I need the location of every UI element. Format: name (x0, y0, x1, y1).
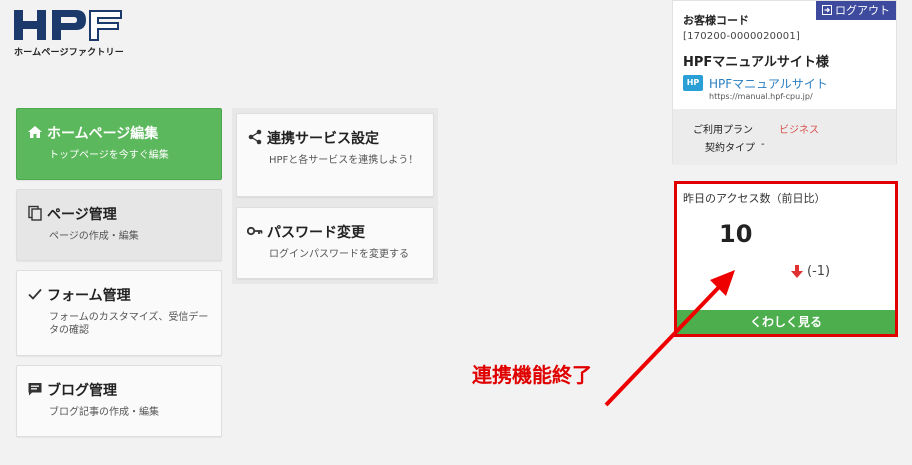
plan-info: ご利用プラン ビジネス 契約タイプ - (673, 109, 896, 165)
menu-subtitle: ブログ記事の作成・編集 (49, 407, 159, 418)
menu-title: フォーム管理 (47, 288, 131, 304)
menu-title: パスワード変更 (267, 225, 365, 241)
logout-button[interactable]: ログアウト (816, 1, 896, 20)
comment-icon (28, 383, 42, 396)
site-badge: HP (683, 75, 703, 91)
contract-row: 契約タイプ - (705, 139, 765, 154)
menu-title: ホームページ編集 (47, 126, 159, 142)
menu-title: 連携サービス設定 (267, 131, 379, 147)
menu-subtitle: HPFと各サービスを連携しよう！ (269, 155, 419, 166)
hpf-logo-mark-icon (14, 10, 122, 41)
site-url: https://manual.hpf-cpu.jp/ (709, 92, 813, 101)
customer-code: [170200-0000020001] (683, 31, 801, 42)
access-count: 10 (719, 220, 753, 248)
menu-subtitle: トップページを今すぐ編集 (49, 150, 169, 161)
menu-page-management[interactable]: ページ管理 ページの作成・編集 (16, 189, 222, 261)
annotation-arrow-icon (604, 270, 735, 407)
menu-form-management[interactable]: フォーム管理 フォームのカスタマイズ、受信データの確認 (16, 270, 222, 356)
annotation-text: 連携機能終了 (472, 363, 592, 387)
plan-row: ご利用プラン ビジネス (693, 121, 819, 136)
check-icon (28, 288, 42, 300)
site-name-link[interactable]: HPFマニュアルサイト (709, 75, 828, 92)
menu-password-change[interactable]: パスワード変更 ログインパスワードを変更する (236, 207, 434, 279)
contract-label: 契約タイプ (705, 143, 755, 154)
menu-linked-services[interactable]: 連携サービス設定 HPFと各サービスを連携しよう！ (236, 113, 434, 197)
access-title: 昨日のアクセス数（前日比） (683, 192, 826, 205)
key-icon (247, 226, 263, 236)
menu-subtitle: フォームのカスタマイズ、受信データの確認 (49, 312, 209, 336)
access-diff-value: (-1) (807, 264, 831, 279)
menu-title: ページ管理 (47, 207, 117, 223)
menu-subtitle: ログインパスワードを変更する (269, 249, 409, 260)
menu-subtitle: ページの作成・編集 (49, 231, 139, 242)
customer-code-label: お客様コード (683, 14, 749, 27)
logout-icon (822, 5, 832, 15)
account-name: HPFマニュアルサイト様 (683, 55, 829, 70)
home-icon (28, 126, 42, 138)
logo-text: ホームページファクトリー (14, 48, 124, 58)
menu-blog-management[interactable]: ブログ管理 ブログ記事の作成・編集 (16, 365, 222, 437)
plan-value: ビジネス (779, 125, 819, 136)
hpf-logo[interactable]: ホームページファクトリー (14, 8, 126, 60)
arrow-down-icon (791, 264, 803, 278)
menu-title: ブログ管理 (47, 383, 117, 399)
contract-value: - (761, 139, 765, 150)
logout-label: ログアウト (835, 4, 890, 17)
plan-label: ご利用プラン (693, 125, 753, 136)
account-panel: お客様コード ログアウト [170200-0000020001] HPFマニュア… (672, 0, 897, 165)
copy-icon (28, 205, 42, 221)
share-icon (248, 129, 262, 145)
access-diff: (-1) (791, 264, 830, 279)
menu-homepage-edit[interactable]: ホームページ編集 トップページを今すぐ編集 (16, 108, 222, 180)
